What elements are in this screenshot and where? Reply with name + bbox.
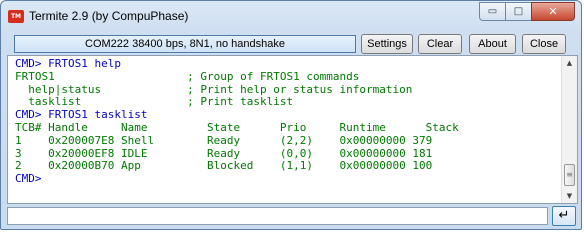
vertical-scrollbar[interactable]: ▲ ≡ ▼	[561, 56, 577, 203]
scroll-down-arrow-icon[interactable]: ▼	[562, 189, 577, 203]
close-window-button[interactable]: ✕	[531, 2, 575, 21]
maximize-icon: □	[513, 6, 524, 17]
terminal-line: CMD> FRTOS1 help	[15, 57, 121, 70]
send-button[interactable]: ↵	[552, 206, 576, 226]
termite-app-icon: TM	[8, 10, 24, 23]
scroll-up-arrow-icon[interactable]: ▲	[562, 56, 577, 70]
terminal-lines: CMD> FRTOS1 help FRTOS1 ; Group of FRTOS1…	[15, 57, 459, 186]
window-controls: ▭ □ ✕	[479, 2, 575, 21]
terminal-line: FRTOS1 ; Group of FRTOS1 commands	[15, 69, 360, 83]
title-bar[interactable]: TM Termite 2.9 (by CompuPhase) ▭ □ ✕	[1, 1, 581, 31]
scrollbar-thumb[interactable]: ≡	[564, 164, 575, 186]
about-button[interactable]: About	[469, 34, 516, 54]
window-title: Termite 2.9 (by CompuPhase)	[29, 9, 189, 23]
connection-status[interactable]: COM222 38400 bps, 8N1, no handshake	[14, 35, 356, 53]
terminal-output[interactable]: CMD> FRTOS1 help FRTOS1 ; Group of FRTOS1…	[7, 55, 578, 204]
minimize-button[interactable]: ▭	[479, 2, 505, 21]
terminal-line: 1 0x200007E8 Shell Ready (2,2) 0x0000000…	[15, 133, 433, 147]
close-icon: ✕	[548, 5, 558, 18]
close-button[interactable]: Close	[522, 34, 566, 54]
settings-button[interactable]: Settings	[361, 34, 413, 54]
terminal-line: CMD>	[15, 172, 42, 186]
clear-button[interactable]: Clear	[418, 34, 462, 54]
terminal-line: 2 0x20000B70 App Blocked (1,1) 0x0000000…	[15, 159, 433, 173]
enter-return-icon: ↵	[558, 208, 570, 223]
termite-window: TM Termite 2.9 (by CompuPhase) ▭ □ ✕ COM…	[0, 0, 582, 230]
command-input[interactable]	[7, 207, 548, 225]
minimize-icon: ▭	[487, 6, 498, 17]
maximize-button[interactable]: □	[505, 2, 531, 21]
terminal-line: TCB# Handle Name State Prio Runtime Stac…	[15, 120, 459, 134]
